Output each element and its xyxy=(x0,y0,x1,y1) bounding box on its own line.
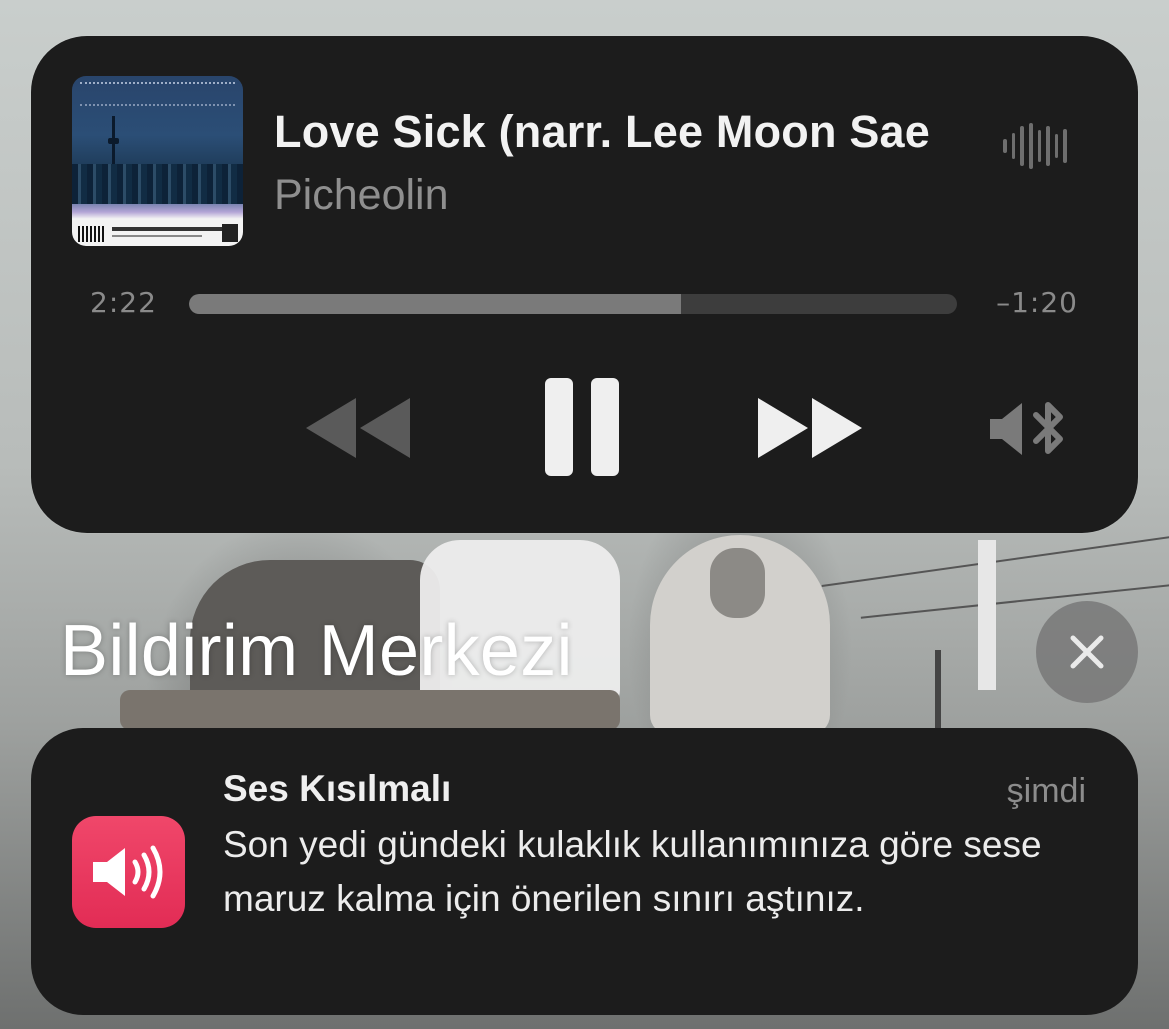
notification-card[interactable]: Ses Kısılmalı şimdi Son yedi gündeki kul… xyxy=(31,728,1138,1015)
remaining-time: –1:20 xyxy=(996,286,1078,319)
rewind-icon xyxy=(306,398,410,458)
artwork-title-lettering xyxy=(80,82,235,106)
fast-forward-icon xyxy=(758,398,862,458)
artwork-caption xyxy=(112,235,202,237)
pause-button[interactable] xyxy=(537,374,627,480)
playback-scrubber[interactable] xyxy=(189,294,957,314)
speaker-volume-icon xyxy=(92,845,162,899)
clear-notifications-button[interactable] xyxy=(1036,601,1138,703)
audio-output-button[interactable] xyxy=(981,394,1081,464)
playback-progress-fill xyxy=(189,294,681,314)
elapsed-time: 2:22 xyxy=(90,286,157,319)
notification-timestamp: şimdi xyxy=(1006,772,1086,810)
artwork-barcode xyxy=(78,226,106,242)
album-artwork[interactable] xyxy=(72,76,243,246)
song-title[interactable]: Love Sick (narr. Lee Moon Sae xyxy=(274,106,971,162)
bluetooth-speaker-icon xyxy=(990,402,1063,455)
notification-title: Ses Kısılmalı xyxy=(223,768,452,809)
audio-waveform-icon xyxy=(1003,123,1067,169)
notification-body: Son yedi gündeki kulaklık kullanımınıza … xyxy=(223,824,1042,919)
artwork-caption xyxy=(112,227,222,231)
utility-pole xyxy=(978,540,996,690)
pause-icon xyxy=(545,378,619,476)
utility-pole xyxy=(935,650,941,730)
fast-forward-button[interactable] xyxy=(751,388,871,468)
notification-center-title: Bildirim Merkezi xyxy=(60,611,573,691)
artist-name[interactable]: Picheolin xyxy=(274,171,449,220)
artwork-tower-top xyxy=(108,138,119,144)
artwork-cityscape xyxy=(72,164,243,204)
rewind-button[interactable] xyxy=(299,388,419,468)
artwork-label xyxy=(222,224,238,242)
notification-app-icon xyxy=(72,816,185,928)
close-icon xyxy=(1070,635,1104,669)
power-line xyxy=(860,583,1169,619)
wallpaper-figure-face xyxy=(710,548,765,618)
now-playing-widget[interactable]: Love Sick (narr. Lee Moon Sae Picheolin … xyxy=(31,36,1138,533)
wallpaper-figure-skirt xyxy=(120,690,620,730)
